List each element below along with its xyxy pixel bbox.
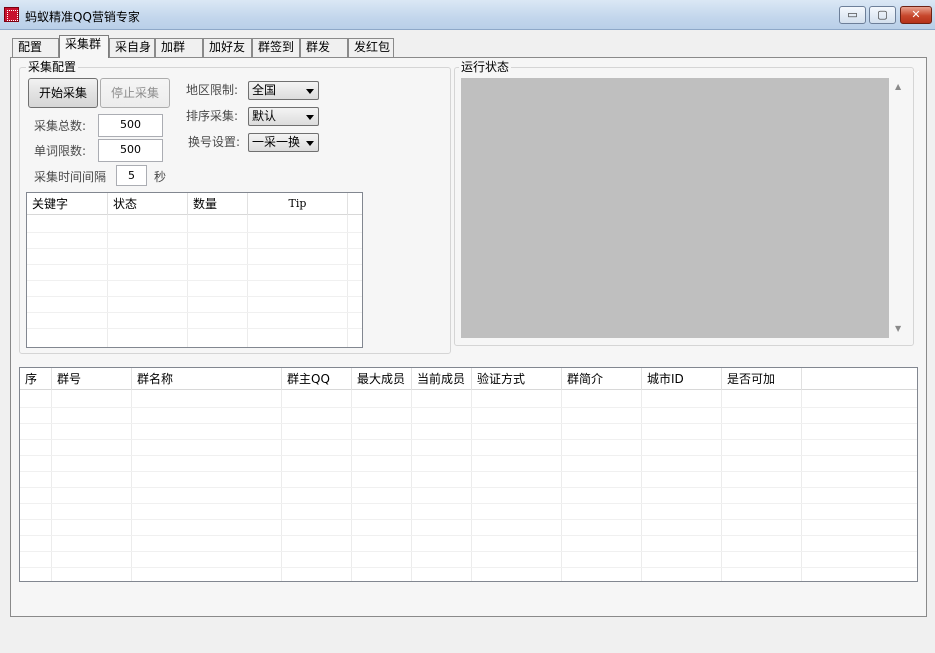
keyword-col-count[interactable]: 数量 — [188, 193, 248, 215]
grid-line — [27, 264, 362, 265]
grid-line — [27, 296, 362, 297]
grid-line — [20, 471, 917, 472]
interval-label: 采集时间间隔 — [34, 170, 107, 184]
per-word-input[interactable]: 500 — [98, 139, 163, 162]
total-input[interactable]: 500 — [98, 114, 163, 137]
grid-line — [27, 232, 362, 233]
region-select-value: 全国 — [252, 83, 277, 97]
tab-collect-groups[interactable]: 采集群 — [59, 35, 109, 58]
grid-line — [20, 455, 917, 456]
tab-join-group[interactable]: 加群 — [155, 38, 203, 57]
chevron-down-icon — [306, 115, 314, 120]
chevron-down-icon — [306, 89, 314, 94]
per-word-label: 单词限数: — [34, 144, 87, 158]
grid-line — [20, 407, 917, 408]
group-col-index[interactable]: 序 — [20, 368, 52, 390]
tab-send-red-packet[interactable]: 发红包 — [348, 38, 394, 57]
grid-line — [27, 312, 362, 313]
chevron-down-icon — [306, 141, 314, 146]
grid-line — [411, 390, 412, 581]
run-status-group: 运行状态 ▲ ▼ — [454, 60, 914, 346]
tab-group-checkin[interactable]: 群签到 — [252, 38, 300, 57]
interval-unit: 秒 — [154, 170, 167, 184]
title-bar: 蚂蚁精准QQ营销专家 ▭ ▢ ✕ — [0, 0, 935, 30]
sort-select[interactable]: 默认 — [248, 107, 319, 126]
maximize-button[interactable]: ▢ — [869, 6, 896, 24]
tab-group-send[interactable]: 群发 — [300, 38, 348, 57]
switch-select[interactable]: 一采一换 — [248, 133, 319, 152]
grid-line — [351, 390, 352, 581]
group-col-number[interactable]: 群号 — [52, 368, 132, 390]
switch-label: 换号设置: — [188, 135, 241, 149]
app-logo-icon — [4, 7, 19, 22]
region-select[interactable]: 全国 — [248, 81, 319, 100]
sort-select-value: 默认 — [252, 109, 277, 123]
grid-line — [721, 390, 722, 581]
grid-line — [641, 390, 642, 581]
grid-line — [27, 328, 362, 329]
tab-panel: 采集配置 开始采集 停止采集 采集总数: 500 单词限数: 500 采集时间间… — [10, 57, 927, 617]
switch-select-value: 一采一换 — [252, 135, 301, 149]
group-col-current-members[interactable]: 当前成员 — [412, 368, 472, 390]
group-table[interactable]: 序 群号 群名称 群主QQ 最大成员 当前成员 验证方式 群简介 城市ID 是否… — [19, 367, 918, 582]
group-table-header: 序 群号 群名称 群主QQ 最大成员 当前成员 验证方式 群简介 城市ID 是否… — [20, 368, 917, 390]
region-label: 地区限制: — [186, 83, 239, 97]
keyword-col-status[interactable]: 状态 — [108, 193, 188, 215]
grid-line — [27, 248, 362, 249]
grid-line — [471, 390, 472, 581]
tab-add-friend[interactable]: 加好友 — [203, 38, 252, 57]
grid-line — [20, 519, 917, 520]
keyword-col-tip[interactable]: Tip — [248, 193, 348, 215]
interval-input[interactable]: 5 — [116, 165, 147, 186]
keyword-table[interactable]: 关键字 状态 数量 Tip — [26, 192, 363, 348]
close-button[interactable]: ✕ — [900, 6, 932, 24]
tab-config[interactable]: 配置 — [12, 38, 59, 57]
run-status-title: 运行状态 — [459, 60, 512, 74]
collect-config-group: 采集配置 开始采集 停止采集 采集总数: 500 单词限数: 500 采集时间间… — [19, 60, 451, 354]
grid-line — [20, 535, 917, 536]
group-col-description[interactable]: 群简介 — [562, 368, 642, 390]
group-col-max-members[interactable]: 最大成员 — [352, 368, 412, 390]
grid-line — [20, 423, 917, 424]
tab-collect-self[interactable]: 采自身 — [109, 38, 155, 57]
grid-line — [801, 390, 802, 581]
start-collect-button[interactable]: 开始采集 — [28, 78, 98, 108]
grid-line — [20, 487, 917, 488]
window-title: 蚂蚁精准QQ营销专家 — [25, 10, 140, 24]
stop-collect-button[interactable]: 停止采集 — [100, 78, 170, 108]
group-col-joinable[interactable]: 是否可加 — [722, 368, 802, 390]
grid-line — [20, 439, 917, 440]
total-label: 采集总数: — [34, 119, 87, 133]
minimize-button[interactable]: ▭ — [839, 6, 866, 24]
grid-line — [281, 390, 282, 581]
grid-line — [27, 280, 362, 281]
grid-line — [131, 390, 132, 581]
grid-line — [20, 503, 917, 504]
group-col-verify-method[interactable]: 验证方式 — [472, 368, 562, 390]
group-col-city-id[interactable]: 城市ID — [642, 368, 722, 390]
grid-line — [20, 567, 917, 568]
keyword-table-header: 关键字 状态 数量 Tip — [27, 193, 362, 215]
scroll-down-icon[interactable]: ▼ — [895, 324, 901, 333]
grid-line — [20, 551, 917, 552]
collect-config-title: 采集配置 — [26, 60, 79, 74]
group-col-owner-qq[interactable]: 群主QQ — [282, 368, 352, 390]
keyword-col-keyword[interactable]: 关键字 — [27, 193, 108, 215]
group-col-name[interactable]: 群名称 — [132, 368, 282, 390]
grid-line — [51, 390, 52, 581]
sort-label: 排序采集: — [186, 109, 239, 123]
run-status-log[interactable] — [461, 78, 889, 338]
grid-line — [561, 390, 562, 581]
scroll-up-icon[interactable]: ▲ — [895, 82, 901, 91]
